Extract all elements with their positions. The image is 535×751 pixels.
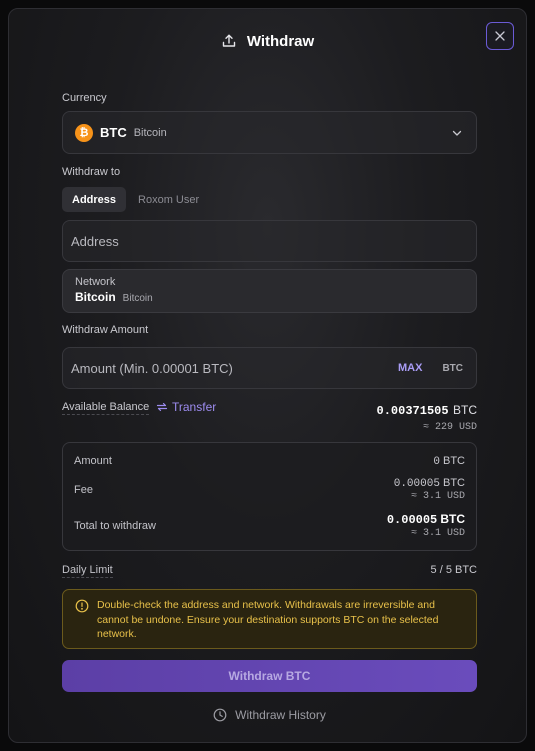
chevron-down-icon — [452, 130, 462, 136]
network-code: Bitcoin — [75, 290, 116, 304]
summary-fee-value: 0.00005 — [393, 478, 440, 490]
amount-input[interactable] — [71, 360, 398, 376]
modal-title: Withdraw — [246, 32, 315, 50]
warning-banner: Double-check the address and network. Wi… — [62, 589, 477, 649]
summary-total-row: Total to withdraw 0.00005 BTC ≈ 3.1 USD — [74, 512, 465, 539]
max-button[interactable]: MAX — [398, 362, 422, 374]
amount-field[interactable]: MAX BTC — [62, 347, 477, 389]
withdraw-to-tabs: Address Roxom User — [62, 187, 209, 212]
network-name: Bitcoin — [122, 293, 153, 304]
withdraw-history-label: Withdraw History — [235, 708, 326, 722]
summary-fee-usd: ≈ 3.1 USD — [410, 491, 465, 502]
warning-text: Double-check the address and network. Wi… — [97, 599, 439, 640]
summary-fee-unit: BTC — [443, 477, 465, 489]
tab-address[interactable]: Address — [62, 187, 127, 212]
available-unit: BTC — [453, 403, 477, 417]
transfer-link[interactable]: Transfer — [156, 400, 216, 414]
withdraw-to-label: Withdraw to — [62, 166, 121, 178]
address-field[interactable] — [62, 220, 477, 262]
summary-fee-label: Fee — [74, 484, 93, 496]
currency-select[interactable]: ₿ BTC Bitcoin — [62, 111, 477, 154]
bitcoin-icon: ₿ — [75, 123, 93, 142]
summary-amount-row: Amount 0 BTC — [74, 455, 465, 468]
transfer-label: Transfer — [172, 400, 217, 414]
available-usd: ≈ 229 USD — [422, 422, 477, 433]
summary-amount-unit: BTC — [443, 455, 465, 467]
currency-code: BTC — [100, 125, 127, 140]
available-btc: 0.00371505 — [376, 404, 449, 418]
daily-limit-value: 5 / 5 BTC — [430, 564, 477, 576]
withdraw-button[interactable]: Withdraw BTC — [62, 660, 477, 692]
summary-total-value: 0.00005 — [386, 513, 438, 527]
available-balance-label: Available Balance — [62, 401, 150, 415]
summary-total-label: Total to withdraw — [74, 520, 156, 532]
summary-fee-row: Fee 0.00005 BTC ≈ 3.1 USD — [74, 477, 465, 502]
available-balance-value: 0.00371505 BTC ≈ 229 USD — [377, 401, 477, 433]
tab-roxom-user[interactable]: Roxom User — [128, 187, 209, 212]
summary-total-unit: BTC — [440, 512, 465, 526]
network-value: Bitcoin Bitcoin — [75, 290, 464, 304]
close-icon — [495, 31, 505, 41]
withdraw-modal: Withdraw Currency ₿ BTC Bitcoin Withdraw… — [8, 8, 527, 743]
network-select[interactable]: Network Bitcoin Bitcoin — [62, 269, 477, 313]
network-label: Network — [75, 276, 116, 288]
upload-icon — [222, 34, 236, 47]
summary-total-usd: ≈ 3.1 USD — [410, 528, 465, 539]
withdraw-summary: Amount 0 BTC Fee 0.00005 BTC ≈ 3.1 USD T… — [62, 442, 477, 551]
modal-header: Withdraw — [9, 9, 526, 73]
address-input[interactable] — [71, 233, 468, 249]
withdraw-amount-label: Withdraw Amount — [62, 324, 149, 336]
clock-icon — [213, 708, 227, 722]
alert-circle-icon — [75, 599, 89, 613]
currency-label: Currency — [62, 92, 107, 104]
daily-limit-label: Daily Limit — [62, 564, 113, 578]
summary-amount-label: Amount — [74, 455, 112, 467]
title-wrap: Withdraw — [221, 33, 314, 50]
withdraw-history-link[interactable]: Withdraw History — [62, 705, 477, 725]
amount-unit: BTC — [442, 362, 463, 374]
currency-name: Bitcoin — [133, 126, 167, 139]
daily-limit-row: Daily Limit 5 / 5 BTC — [62, 564, 477, 578]
swap-icon — [156, 402, 168, 412]
available-balance-row: Available Balance Transfer 0.00371505 BT… — [62, 400, 477, 435]
close-button[interactable] — [486, 22, 514, 50]
summary-amount-value: 0 — [433, 456, 440, 468]
